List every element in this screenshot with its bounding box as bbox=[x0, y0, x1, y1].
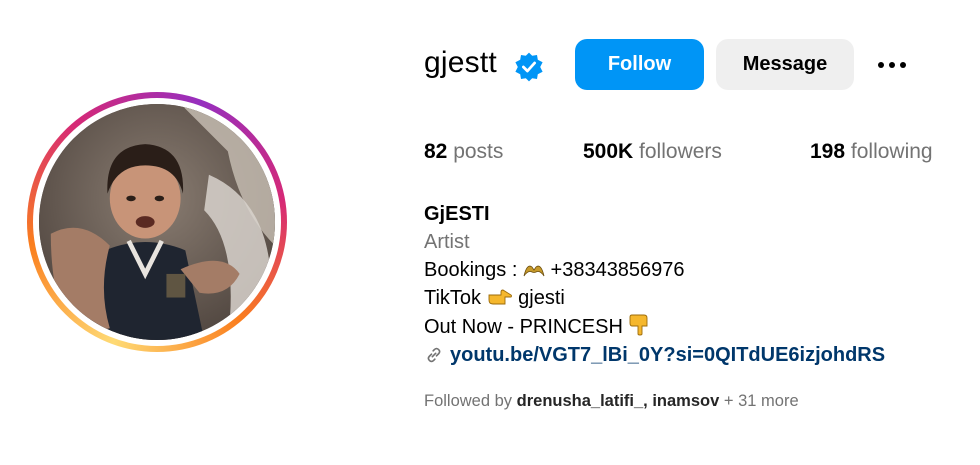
bio: GjESTI Artist Bookings : +38343856976 Ti… bbox=[424, 200, 885, 373]
pointing-right-emoji-icon bbox=[488, 289, 512, 305]
following-stat[interactable]: 198 following bbox=[810, 140, 933, 164]
posts-label: posts bbox=[453, 140, 504, 163]
mustache-emoji-icon bbox=[523, 265, 545, 277]
following-count: 198 bbox=[810, 140, 846, 163]
following-label: following bbox=[850, 140, 933, 163]
story-ring[interactable] bbox=[27, 92, 287, 352]
posts-count: 82 bbox=[424, 140, 448, 163]
bio-bookings: Bookings : +38343856976 bbox=[424, 259, 685, 281]
bio-out-now: Out Now - PRINCESH bbox=[424, 312, 885, 341]
followed-by[interactable]: Followed by drenusha_latifi_, inamsov + … bbox=[424, 392, 799, 411]
bio-link-text: youtu.be/VGT7_lBi_0Y?si=0QITdUE6izjohdRS bbox=[450, 344, 886, 366]
followers-count: 500K bbox=[583, 140, 634, 163]
followed-by-users: drenusha_latifi_, inamsov bbox=[516, 392, 720, 410]
posts-stat: 82 posts bbox=[424, 140, 503, 164]
more-options-icon[interactable] bbox=[872, 52, 912, 78]
followers-label: followers bbox=[639, 140, 722, 163]
link-icon bbox=[427, 347, 441, 363]
username[interactable]: gjestt bbox=[424, 46, 497, 80]
pointing-down-emoji-icon bbox=[630, 314, 648, 336]
avatar-photo bbox=[39, 104, 275, 340]
profile-page: gjestt Follow Message 82 posts 500K foll… bbox=[0, 0, 980, 465]
follow-button[interactable]: Follow bbox=[575, 39, 704, 90]
bio-link[interactable]: youtu.be/VGT7_lBi_0Y?si=0QITdUE6izjohdRS bbox=[424, 341, 885, 369]
verified-badge-icon bbox=[515, 52, 543, 82]
message-button[interactable]: Message bbox=[716, 39, 854, 90]
bio-name: GjESTI bbox=[424, 203, 490, 225]
bio-category: Artist bbox=[424, 231, 470, 253]
avatar[interactable] bbox=[39, 104, 275, 340]
bio-tiktok: TikTok gjesti bbox=[424, 287, 565, 309]
followers-stat[interactable]: 500K followers bbox=[583, 140, 722, 164]
